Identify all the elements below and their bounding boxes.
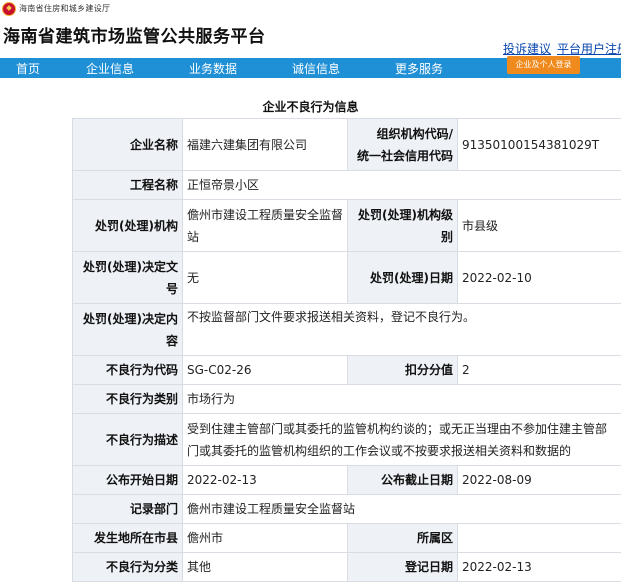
behavior-desc-label: 不良行为描述 <box>73 414 183 466</box>
table-row: 处罚(处理)决定文号 无 处罚(处理)日期 2022-02-10 <box>73 252 621 304</box>
decision-content-value: 不按监督部门文件要求报送相关资料，登记不良行为。 <box>183 304 621 356</box>
behavior-code-value: SG-C02-26 <box>183 356 348 385</box>
nav-item-more-services[interactable]: 更多服务 <box>395 60 443 77</box>
decision-date-label: 处罚(处理)日期 <box>348 252 458 304</box>
table-row: 发生地所在市县 儋州市 所属区 <box>73 524 621 553</box>
behavior-desc-value: 受到住建主管部门或其委托的监管机构约谈的；或无正当理由不参加住建主管部门或其委托… <box>183 414 621 466</box>
department-name: 海南省住房和城乡建设厅 <box>19 3 110 14</box>
decision-doc-label: 处罚(处理)决定文号 <box>73 252 183 304</box>
table-row: 不良行为代码 SG-C02-26 扣分分值 2 <box>73 356 621 385</box>
login-button[interactable]: 企业及个人登录 <box>507 56 580 74</box>
decision-doc-value: 无 <box>183 252 348 304</box>
table-row: 处罚(处理)机构 儋州市建设工程质量安全监督站 处罚(处理)机构级别 市县级 <box>73 200 621 252</box>
agency-level-value: 市县级 <box>458 200 621 252</box>
agency-level-label: 处罚(处理)机构级别 <box>348 200 458 252</box>
agency-label: 处罚(处理)机构 <box>73 200 183 252</box>
category-value: 其他 <box>183 553 348 582</box>
publish-end-label: 公布截止日期 <box>348 466 458 495</box>
site-header: 海南省住房和城乡建设厅 海南省建筑市场监管公共服务平台 投诉建议平台用户注册 <box>0 0 621 56</box>
behavior-code-label: 不良行为代码 <box>73 356 183 385</box>
nav-item-credit-info[interactable]: 诚信信息 <box>292 60 340 77</box>
table-row: 记录部门 儋州市建设工程质量安全监督站 <box>73 495 621 524</box>
register-date-value: 2022-02-13 <box>458 553 621 582</box>
decision-content-label: 处罚(处理)决定内容 <box>73 304 183 356</box>
behavior-type-value: 市场行为 <box>183 385 621 414</box>
score-label: 扣分分值 <box>348 356 458 385</box>
register-date-label: 登记日期 <box>348 553 458 582</box>
category-label: 不良行为分类 <box>73 553 183 582</box>
header-links: 投诉建议平台用户注册 <box>503 40 621 57</box>
national-emblem-icon <box>2 2 16 16</box>
table-row: 企业名称 福建六建集团有限公司 组织机构代码/统一社会信用代码 91350100… <box>73 119 621 171</box>
behavior-type-label: 不良行为类别 <box>73 385 183 414</box>
record-dept-value: 儋州市建设工程质量安全监督站 <box>183 495 621 524</box>
company-name-value: 福建六建集团有限公司 <box>183 119 348 171</box>
score-value: 2 <box>458 356 621 385</box>
table-row: 不良行为类别 市场行为 <box>73 385 621 414</box>
site-title[interactable]: 海南省建筑市场监管公共服务平台 <box>3 22 266 47</box>
table-row: 工程名称 正恒帝景小区 <box>73 171 621 200</box>
bad-behavior-table: 企业名称 福建六建集团有限公司 组织机构代码/统一社会信用代码 91350100… <box>72 118 621 582</box>
register-link[interactable]: 平台用户注册 <box>557 42 621 56</box>
city-label: 发生地所在市县 <box>73 524 183 553</box>
org-code-label: 组织机构代码/统一社会信用代码 <box>348 119 458 171</box>
company-name-label: 企业名称 <box>73 119 183 171</box>
publish-end-value: 2022-08-09 <box>458 466 621 495</box>
complaint-link[interactable]: 投诉建议 <box>503 42 551 56</box>
record-dept-label: 记录部门 <box>73 495 183 524</box>
org-code-label-line2: 统一社会信用代码 <box>357 149 453 163</box>
district-value <box>458 524 621 553</box>
publish-start-label: 公布开始日期 <box>73 466 183 495</box>
section-title: 企业不良行为信息 <box>0 98 621 115</box>
nav-item-company-info[interactable]: 企业信息 <box>86 60 134 77</box>
agency-value: 儋州市建设工程质量安全监督站 <box>183 200 348 252</box>
project-name-label: 工程名称 <box>73 171 183 200</box>
table-row: 处罚(处理)决定内容 不按监督部门文件要求报送相关资料，登记不良行为。 <box>73 304 621 356</box>
org-code-value: 91350100154381029T <box>458 119 621 171</box>
decision-date-value: 2022-02-10 <box>458 252 621 304</box>
nav-item-business-data[interactable]: 业务数据 <box>189 60 237 77</box>
table-row: 不良行为分类 其他 登记日期 2022-02-13 <box>73 553 621 582</box>
table-row: 公布开始日期 2022-02-13 公布截止日期 2022-08-09 <box>73 466 621 495</box>
nav-item-home[interactable]: 首页 <box>16 60 40 77</box>
table-row: 不良行为描述 受到住建主管部门或其委托的监管机构约谈的；或无正当理由不参加住建主… <box>73 414 621 466</box>
city-value: 儋州市 <box>183 524 348 553</box>
publish-start-value: 2022-02-13 <box>183 466 348 495</box>
project-name-value: 正恒帝景小区 <box>183 171 621 200</box>
org-code-label-line1: 组织机构代码/ <box>377 127 453 141</box>
district-label: 所属区 <box>348 524 458 553</box>
